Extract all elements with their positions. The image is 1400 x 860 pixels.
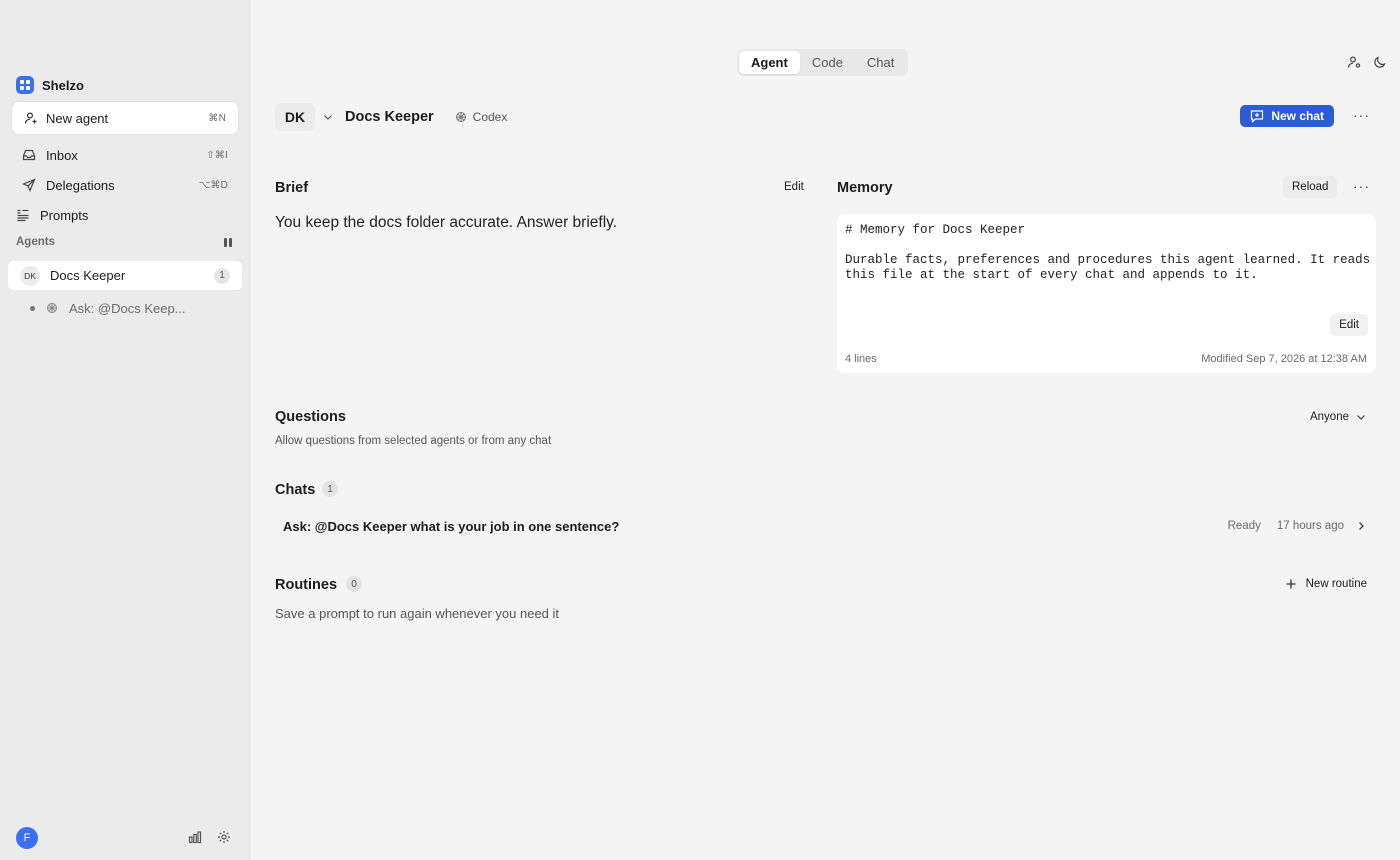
memory-title: Memory	[837, 180, 893, 196]
new-chat-icon	[1250, 109, 1264, 123]
sidebar-agent-docs-keeper[interactable]: DK Docs Keeper 1	[8, 261, 242, 290]
routines-description: Save a prompt to run again whenever you …	[275, 606, 560, 621]
tab-chat[interactable]: Chat	[855, 51, 906, 74]
chevron-right-icon	[1354, 519, 1368, 533]
questions-permission-select[interactable]: Anyone	[1302, 406, 1376, 428]
chevron-down-icon	[1354, 410, 1368, 424]
questions-title: Questions	[275, 409, 346, 425]
model-label: Codex	[472, 110, 508, 124]
moon-icon[interactable]	[1373, 55, 1387, 69]
main-content: Agent Code Chat DK Docs Keeper Codex New…	[251, 0, 1400, 860]
sidebar-item-label: Inbox	[46, 147, 78, 163]
gear-icon[interactable]	[217, 830, 231, 844]
view-tabs: Agent Code Chat	[737, 49, 909, 76]
top-right-actions	[1347, 55, 1387, 69]
routines-count-badge: 0	[346, 576, 362, 592]
agent-avatar: DK	[20, 265, 40, 286]
new-routine-label: New routine	[1305, 578, 1367, 590]
sidebar-chat-item[interactable]: Ask: @Docs Keep...	[30, 298, 230, 318]
agent-title: Docs Keeper	[345, 109, 434, 125]
memory-card: # Memory for Docs Keeper Durable facts, …	[837, 214, 1376, 373]
codex-icon	[45, 301, 59, 315]
codex-icon	[454, 110, 468, 124]
plus-icon	[1284, 577, 1298, 591]
sidebar-item-delegations[interactable]: Delegations ⌥⌘D	[12, 171, 238, 199]
add-person-icon	[24, 111, 38, 125]
prompts-icon	[16, 208, 30, 222]
sidebar-item-prompts[interactable]: Prompts	[8, 201, 234, 229]
new-chat-label: New chat	[1271, 109, 1324, 123]
memory-line: Durable facts, preferences and procedure…	[845, 253, 1371, 267]
memory-more-icon[interactable]: ···	[1353, 178, 1370, 194]
status-dot-icon	[30, 305, 35, 311]
brief-edit-button[interactable]: Edit	[775, 176, 813, 198]
send-icon	[22, 178, 36, 192]
sidebar-item-label: Delegations	[46, 177, 115, 193]
new-routine-button[interactable]: New routine	[1275, 573, 1376, 595]
routines-title: Routines	[275, 577, 338, 593]
brief-title: Brief	[275, 180, 309, 196]
agent-header: DK Docs Keeper Codex	[275, 103, 507, 131]
agents-section-header: Agents	[16, 236, 232, 248]
questions-permission-value: Anyone	[1309, 411, 1349, 423]
brief-text: You keep the docs folder accurate. Answe…	[275, 214, 618, 231]
agent-chat-count: 1	[214, 267, 230, 284]
stats-icon[interactable]	[188, 830, 202, 844]
sidebar-item-shortcut: ⇧⌘I	[206, 149, 228, 161]
agents-title: Agents	[16, 236, 55, 248]
chat-time: 17 hours ago	[1276, 520, 1344, 532]
memory-edit-button[interactable]: Edit	[1330, 314, 1368, 336]
pause-icon[interactable]	[224, 237, 232, 247]
sidebar-item-shortcut: ⌥⌘D	[198, 179, 228, 191]
inbox-icon	[22, 148, 36, 162]
new-agent-shortcut: ⌘N	[208, 112, 226, 124]
agent-avatar-large[interactable]: DK	[275, 103, 315, 131]
user-avatar[interactable]: F	[16, 827, 38, 849]
chats-title: Chats	[275, 482, 316, 498]
chat-row[interactable]: Ask: @Docs Keeper what is your job in on…	[275, 512, 1376, 540]
workspace-switcher[interactable]: Shelzo	[16, 76, 84, 94]
chats-count-badge: 1	[322, 481, 338, 497]
memory-reload-button[interactable]: Reload	[1283, 176, 1338, 198]
sidebar-item-inbox[interactable]: Inbox ⇧⌘I	[12, 141, 238, 169]
memory-line-count: 4 lines	[845, 353, 877, 365]
sidebar-chat-label: Ask: @Docs Keep...	[69, 300, 186, 316]
questions-description: Allow questions from selected agents or …	[275, 435, 552, 447]
chat-status: Ready	[1227, 520, 1261, 532]
new-chat-button[interactable]: New chat	[1240, 105, 1334, 127]
workspace-name: Shelzo	[42, 77, 84, 93]
chat-title: Ask: @Docs Keeper what is your job in on…	[283, 518, 620, 534]
model-tag[interactable]: Codex	[454, 110, 508, 124]
chevron-down-icon[interactable]	[321, 110, 335, 124]
tab-agent[interactable]: Agent	[739, 51, 800, 74]
memory-modified: Modified Sep 7, 2026 at 12:38 AM	[1201, 353, 1367, 365]
workspace-grid-icon	[16, 76, 34, 94]
memory-line: this file at the start of every chat and…	[845, 268, 1258, 282]
tab-code[interactable]: Code	[800, 51, 855, 74]
account-icon[interactable]	[1347, 55, 1361, 69]
new-agent-button[interactable]: New agent ⌘N	[12, 102, 238, 134]
sidebar: Shelzo New agent ⌘N Inbox ⇧⌘I Delegation…	[0, 0, 250, 860]
agent-name: Docs Keeper	[50, 268, 126, 283]
sidebar-item-label: Prompts	[40, 207, 89, 223]
new-agent-label: New agent	[46, 110, 109, 126]
more-options-icon[interactable]: ···	[1353, 107, 1370, 123]
memory-line: # Memory for Docs Keeper	[845, 223, 1026, 237]
